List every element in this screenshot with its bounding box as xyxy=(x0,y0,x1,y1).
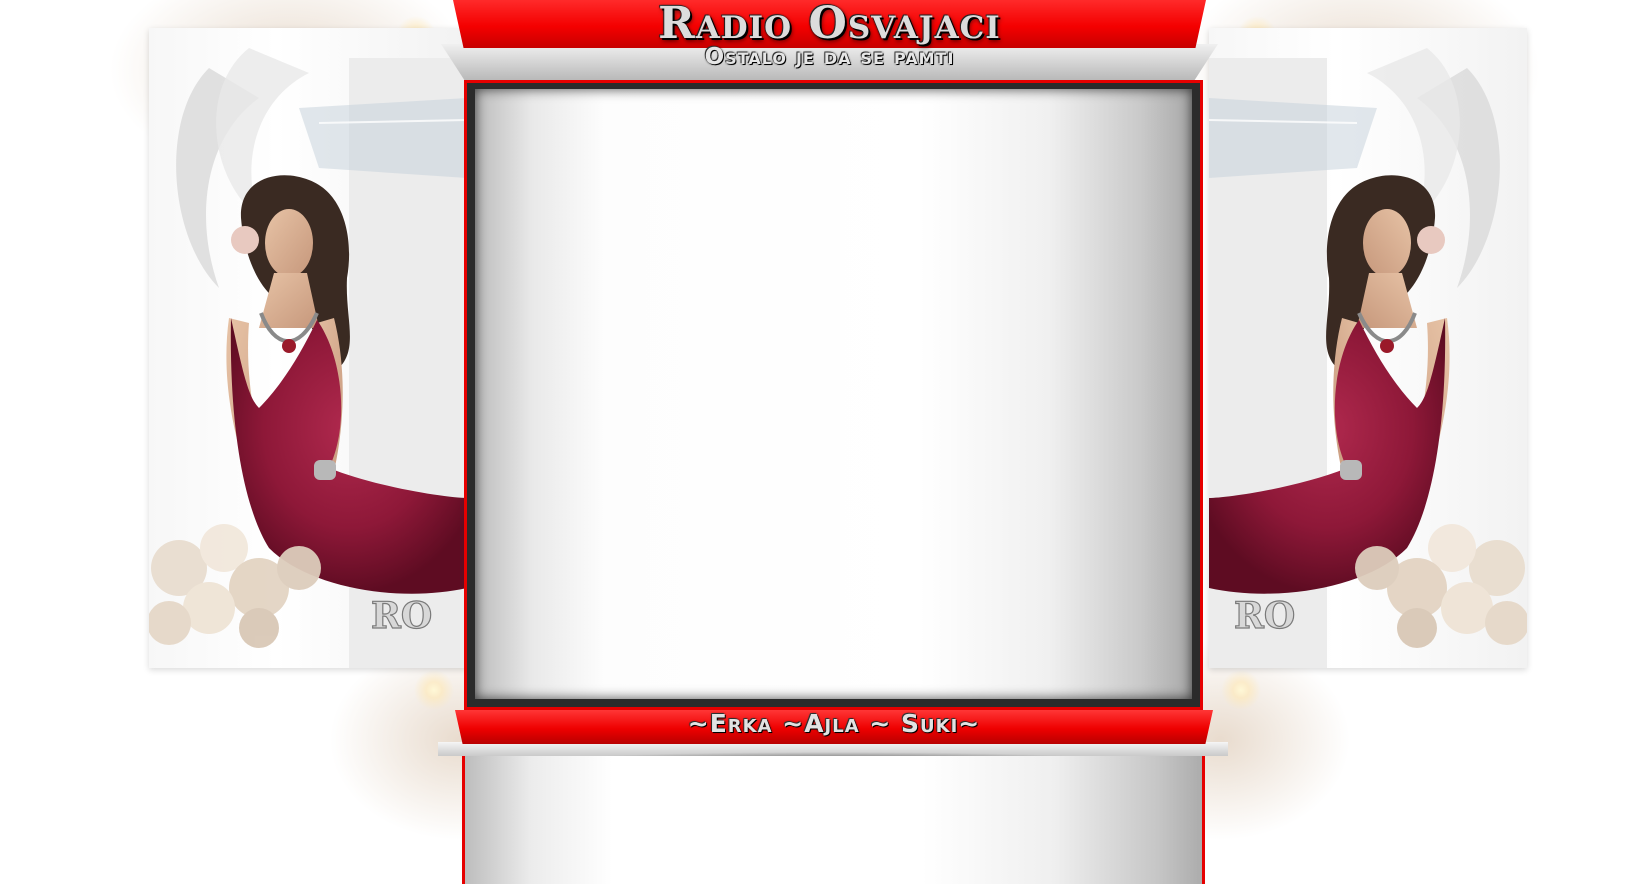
right-decor-panel: RO xyxy=(1209,28,1527,668)
sparkle-bottom-right xyxy=(1221,670,1261,710)
hair-flower-shape xyxy=(231,226,259,254)
main-content-area xyxy=(475,89,1192,699)
right-woman-image: RO xyxy=(1209,48,1527,668)
footer-credits: ~Erka ~Ajla ~ Suki~ xyxy=(687,709,981,738)
sparkle-bottom-left xyxy=(414,670,454,710)
page-subtitle: Ostalo je da se pamti xyxy=(704,44,955,70)
left-decor-panel: RO xyxy=(149,28,467,668)
left-woman-image: RO xyxy=(149,48,467,668)
watermark-ro-text: RO xyxy=(371,595,432,637)
watermark-ro-text-right: RO xyxy=(1234,595,1295,637)
main-content-frame xyxy=(464,80,1203,710)
lower-content-column xyxy=(462,756,1205,884)
page-title: Radio Osvajaci xyxy=(658,0,1001,49)
